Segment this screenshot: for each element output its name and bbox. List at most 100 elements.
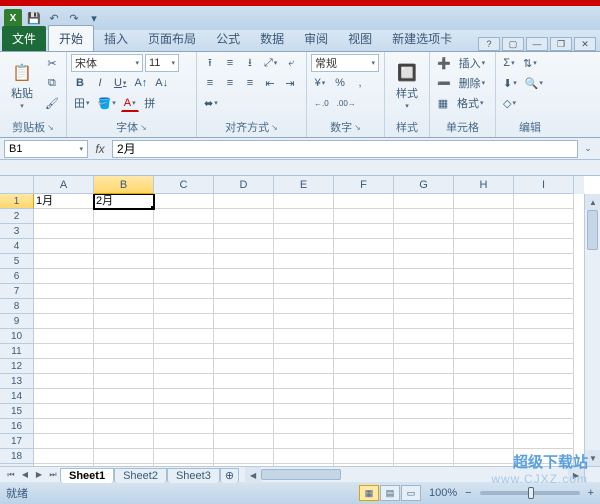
new-sheet-button[interactable]: ⊕ <box>220 468 239 483</box>
align-center-button[interactable]: ≡ <box>221 74 239 92</box>
cell-G6[interactable] <box>394 269 454 284</box>
cell-B12[interactable] <box>94 359 154 374</box>
qat-save-icon[interactable]: 💾 <box>26 10 42 26</box>
cell-F16[interactable] <box>334 419 394 434</box>
row-header-13[interactable]: 13 <box>0 374 34 389</box>
cell-I14[interactable] <box>514 389 574 404</box>
dialog-launcher-icon[interactable]: ↘ <box>354 123 361 132</box>
zoom-handle[interactable] <box>528 487 534 499</box>
cell-D5[interactable] <box>214 254 274 269</box>
first-sheet-icon[interactable]: ⏮ <box>4 468 18 482</box>
minimize-window-icon[interactable]: — <box>526 37 548 51</box>
fill-button[interactable]: ⬇ <box>500 74 520 92</box>
cell-H5[interactable] <box>454 254 514 269</box>
cell-D2[interactable] <box>214 209 274 224</box>
cell-B2[interactable] <box>94 209 154 224</box>
cell-F1[interactable] <box>334 194 394 209</box>
qat-undo-icon[interactable]: ↶ <box>46 10 62 26</box>
tab-layout[interactable]: 页面布局 <box>138 26 206 51</box>
cell-A14[interactable] <box>34 389 94 404</box>
cell-A13[interactable] <box>34 374 94 389</box>
cell-F11[interactable] <box>334 344 394 359</box>
hscroll-thumb[interactable] <box>261 469 341 480</box>
cell-F12[interactable] <box>334 359 394 374</box>
cell-B6[interactable] <box>94 269 154 284</box>
cell-C13[interactable] <box>154 374 214 389</box>
copy-button[interactable]: ⧉ <box>42 74 62 92</box>
cell-G3[interactable] <box>394 224 454 239</box>
cell-H2[interactable] <box>454 209 514 224</box>
cell-A10[interactable] <box>34 329 94 344</box>
cell-E7[interactable] <box>274 284 334 299</box>
tab-insert[interactable]: 插入 <box>94 26 138 51</box>
cell-H12[interactable] <box>454 359 514 374</box>
column-header-A[interactable]: A <box>34 176 94 194</box>
cell-H18[interactable] <box>454 449 514 464</box>
cell-E9[interactable] <box>274 314 334 329</box>
sheet-tab-3[interactable]: Sheet3 <box>167 468 220 483</box>
cell-C11[interactable] <box>154 344 214 359</box>
cell-A4[interactable] <box>34 239 94 254</box>
percent-button[interactable]: % <box>331 74 349 92</box>
cell-I3[interactable] <box>514 224 574 239</box>
cell-I17[interactable] <box>514 434 574 449</box>
cell-B4[interactable] <box>94 239 154 254</box>
column-header-E[interactable]: E <box>274 176 334 194</box>
cell-G1[interactable] <box>394 194 454 209</box>
cell-C5[interactable] <box>154 254 214 269</box>
cell-C6[interactable] <box>154 269 214 284</box>
next-sheet-icon[interactable]: ▶ <box>32 468 46 482</box>
cell-I15[interactable] <box>514 404 574 419</box>
cell-B18[interactable] <box>94 449 154 464</box>
cell-C8[interactable] <box>154 299 214 314</box>
row-header-4[interactable]: 4 <box>0 239 34 254</box>
dialog-launcher-icon[interactable]: ↘ <box>271 123 278 132</box>
sort-filter-button[interactable]: ⇅ <box>520 54 540 72</box>
cell-H13[interactable] <box>454 374 514 389</box>
cell-H8[interactable] <box>454 299 514 314</box>
column-header-B[interactable]: B <box>94 176 154 194</box>
cell-A9[interactable] <box>34 314 94 329</box>
cell-I4[interactable] <box>514 239 574 254</box>
cells-area[interactable]: 1月2月 <box>34 194 584 466</box>
cell-F8[interactable] <box>334 299 394 314</box>
last-sheet-icon[interactable]: ⏭ <box>46 468 60 482</box>
cell-E18[interactable] <box>274 449 334 464</box>
cell-C9[interactable] <box>154 314 214 329</box>
cell-F13[interactable] <box>334 374 394 389</box>
cell-G8[interactable] <box>394 299 454 314</box>
row-header-5[interactable]: 5 <box>0 254 34 269</box>
cell-E16[interactable] <box>274 419 334 434</box>
cell-C3[interactable] <box>154 224 214 239</box>
row-header-9[interactable]: 9 <box>0 314 34 329</box>
cell-B16[interactable] <box>94 419 154 434</box>
bold-button[interactable]: B <box>71 74 89 92</box>
phonetic-button[interactable]: 拼 <box>141 94 159 112</box>
cell-A16[interactable] <box>34 419 94 434</box>
align-top-button[interactable]: ⭱ <box>201 54 219 72</box>
scroll-left-icon[interactable]: ◀ <box>245 467 261 483</box>
cell-H1[interactable] <box>454 194 514 209</box>
cell-G13[interactable] <box>394 374 454 389</box>
cell-B17[interactable] <box>94 434 154 449</box>
cell-C17[interactable] <box>154 434 214 449</box>
column-header-F[interactable]: F <box>334 176 394 194</box>
cell-A2[interactable] <box>34 209 94 224</box>
cell-C14[interactable] <box>154 389 214 404</box>
cell-H9[interactable] <box>454 314 514 329</box>
tab-newtab[interactable]: 新建选项卡 <box>382 26 462 51</box>
cell-G18[interactable] <box>394 449 454 464</box>
cell-I11[interactable] <box>514 344 574 359</box>
minimize-ribbon-icon[interactable]: ▢ <box>502 37 524 51</box>
cell-D1[interactable] <box>214 194 274 209</box>
cell-G12[interactable] <box>394 359 454 374</box>
clear-button[interactable]: ◇ <box>500 94 519 112</box>
cell-D6[interactable] <box>214 269 274 284</box>
page-break-view-button[interactable]: ▭ <box>401 485 421 501</box>
cell-I1[interactable] <box>514 194 574 209</box>
font-name-combo[interactable]: 宋体▾ <box>71 54 143 72</box>
cell-I7[interactable] <box>514 284 574 299</box>
row-header-2[interactable]: 2 <box>0 209 34 224</box>
cell-E3[interactable] <box>274 224 334 239</box>
cell-H4[interactable] <box>454 239 514 254</box>
